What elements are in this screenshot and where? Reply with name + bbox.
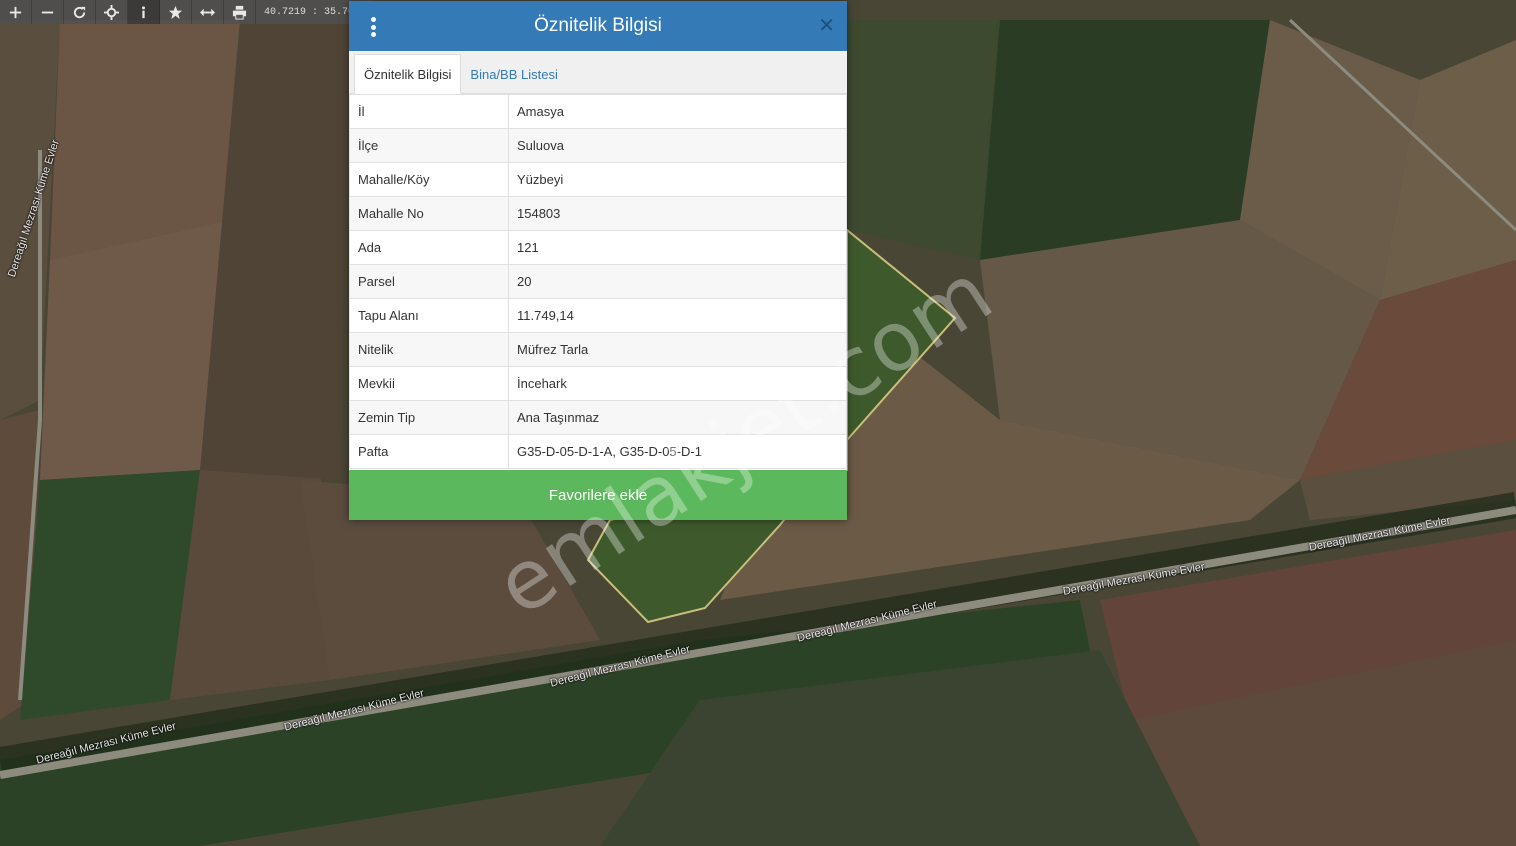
close-icon[interactable]: ✕ <box>818 14 835 36</box>
tab-attribute-info[interactable]: Öznitelik Bilgisi <box>354 54 462 94</box>
attribute-table: İl Amasya İlçe Suluova Mahalle/Köy Yüzbeyi … <box>349 94 847 469</box>
measure-icon[interactable] <box>192 0 224 24</box>
menu-icon[interactable] <box>364 15 382 39</box>
row-value: İncehark <box>508 366 847 401</box>
star-icon[interactable] <box>160 0 192 24</box>
table-row: Zemin Tip Ana Taşınmaz <box>349 400 847 435</box>
row-key: Mahalle/Köy <box>349 162 509 197</box>
table-row: Mahalle No 154803 <box>349 196 847 231</box>
row-key: Parsel <box>349 264 509 299</box>
attribute-dialog: Öznitelik Bilgisi ✕ Öznitelik Bilgisi Bi… <box>349 1 847 520</box>
table-row: Mevkii İncehark <box>349 366 847 401</box>
row-value: 20 <box>508 264 847 299</box>
table-row: Ada 121 <box>349 230 847 265</box>
row-key: Nitelik <box>349 332 509 367</box>
dialog-title: Öznitelik Bilgisi <box>534 15 662 36</box>
locate-icon[interactable] <box>96 0 128 24</box>
zoom-out-icon[interactable] <box>32 0 64 24</box>
table-row: İl Amasya <box>349 94 847 129</box>
dialog-tabs: Öznitelik Bilgisi Bina/BB Listesi <box>349 51 847 94</box>
add-favorite-button[interactable]: Favorilere ekle <box>349 470 847 520</box>
info-icon[interactable] <box>128 0 160 24</box>
row-key: İlçe <box>349 128 509 163</box>
table-row: İlçe Suluova <box>349 128 847 163</box>
table-row: Mahalle/Köy Yüzbeyi <box>349 162 847 197</box>
row-key: Tapu Alanı <box>349 298 509 333</box>
row-key: Zemin Tip <box>349 400 509 435</box>
row-value: 154803 <box>508 196 847 231</box>
table-row: Pafta G35-D-05-D-1-A, G35-D-05-D-1 <box>349 434 847 469</box>
row-key: İl <box>349 94 509 129</box>
row-value: Yüzbeyi <box>508 162 847 197</box>
row-key: Pafta <box>349 434 509 469</box>
row-key: Mevkii <box>349 366 509 401</box>
map-toolbar: 40.7219 : 35.7071 <box>0 0 375 24</box>
row-key: Mahalle No <box>349 196 509 231</box>
table-row: Parsel 20 <box>349 264 847 299</box>
row-value: Suluova <box>508 128 847 163</box>
row-value: Müfrez Tarla <box>508 332 847 367</box>
row-value: G35-D-05-D-1-A, G35-D-05-D-1 <box>508 434 847 469</box>
row-value: Ana Taşınmaz <box>508 400 847 435</box>
refresh-icon[interactable] <box>64 0 96 24</box>
zoom-in-icon[interactable] <box>0 0 32 24</box>
dialog-header: Öznitelik Bilgisi ✕ <box>349 1 847 51</box>
row-value: 11.749,14 <box>508 298 847 333</box>
row-value: Amasya <box>508 94 847 129</box>
tab-building-list[interactable]: Bina/BB Listesi <box>461 55 566 93</box>
row-value: 121 <box>508 230 847 265</box>
row-key: Ada <box>349 230 509 265</box>
print-icon[interactable] <box>224 0 256 24</box>
table-row: Nitelik Müfrez Tarla <box>349 332 847 367</box>
table-row: Tapu Alanı 11.749,14 <box>349 298 847 333</box>
